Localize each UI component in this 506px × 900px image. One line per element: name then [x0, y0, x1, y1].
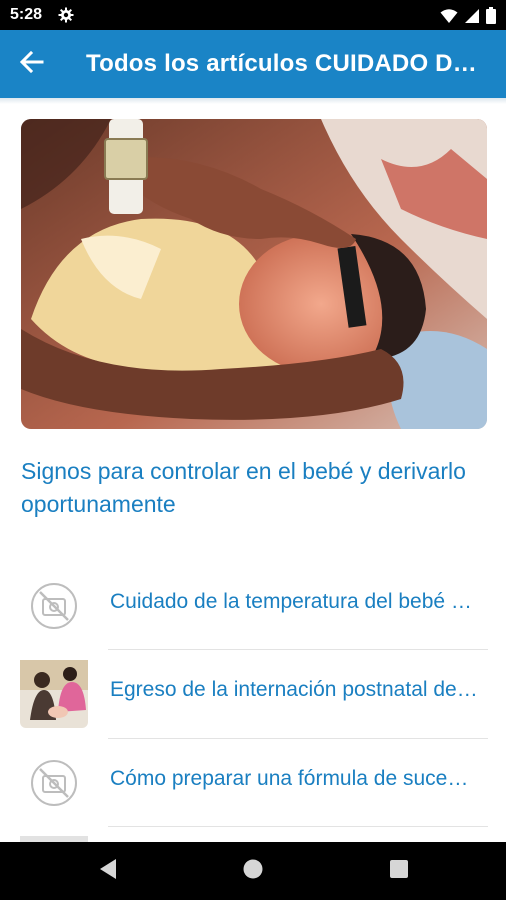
status-bar: 5:28	[0, 0, 506, 30]
signal-icon	[464, 8, 480, 29]
list-item[interactable]: Cómo preparar una fórmula de sucedáneo	[0, 739, 506, 827]
divider	[108, 826, 488, 827]
list-item[interactable]: Egreso de la internación postnatal del b…	[0, 650, 506, 738]
back-triangle-icon	[98, 858, 118, 885]
list-item-title: Cuidado de la temperatura del bebé en ca…	[110, 590, 480, 613]
recents-square-icon	[389, 859, 409, 884]
wifi-icon	[440, 8, 458, 29]
nav-home-button[interactable]	[239, 857, 267, 885]
list-item-title: Cómo preparar una fórmula de sucedáneo	[110, 767, 480, 790]
nav-back-button[interactable]	[94, 857, 122, 885]
battery-icon	[486, 7, 496, 29]
navigation-bar	[0, 842, 506, 900]
arrow-back-icon	[19, 50, 44, 78]
no-image-icon	[20, 572, 88, 640]
newborn-photo	[21, 119, 487, 429]
back-button[interactable]	[14, 48, 50, 80]
featured-article-image[interactable]	[21, 119, 487, 429]
page-title: Todos los artículos CUIDADO DEL BEBÉ	[86, 50, 486, 77]
article-thumbnail	[20, 660, 88, 728]
settings-icon	[58, 7, 74, 28]
status-time: 5:28	[10, 6, 43, 23]
app-bar: Todos los artículos CUIDADO DEL BEBÉ	[0, 30, 506, 98]
app-bar-shadow	[0, 98, 506, 104]
no-image-icon	[20, 749, 88, 817]
list-item-title: Egreso de la internación postnatal del b…	[110, 678, 480, 701]
nav-recents-button[interactable]	[385, 857, 413, 885]
home-circle-icon	[242, 858, 264, 885]
list-item[interactable]: Cuidado de la temperatura del bebé en ca…	[0, 562, 506, 650]
featured-article-title[interactable]: Signos para controlar en el bebé y deriv…	[21, 455, 491, 521]
